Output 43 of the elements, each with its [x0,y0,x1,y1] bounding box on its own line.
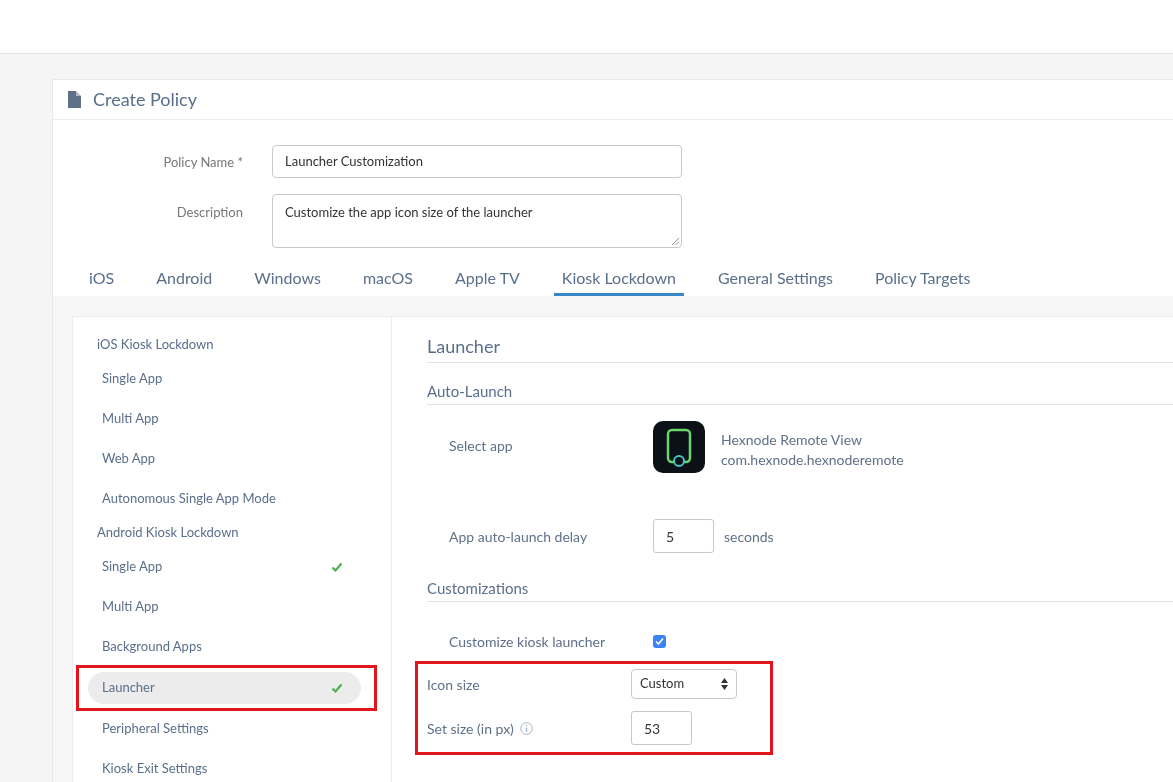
sidebar-item[interactable]: Multi App [88,591,361,623]
tab[interactable]: Windows [246,262,329,296]
sidebar-heading: Android Kiosk Lockdown [96,523,239,543]
icon-size-select[interactable]: Custom [631,669,737,699]
checkbox[interactable] [653,634,666,648]
description-textarea[interactable]: Customize the app icon size of the launcher [272,194,682,248]
resize-grip-icon [672,238,679,245]
tab[interactable]: Apple TV [446,262,528,296]
sidebar-item[interactable]: Web App [88,443,361,475]
number-field[interactable]: 53 [631,711,692,745]
sidebar-item[interactable]: Autonomous Single App Mode [88,483,361,515]
unit-label: seconds [724,526,774,547]
field-label: Set size (in px) [427,718,514,739]
subsection-title: Customizations [427,577,529,599]
section-title: Launcher [427,334,500,359]
tab[interactable]: macOS [354,262,421,296]
app-id: com.hexnode.hexnoderemote [721,450,904,470]
sidebar-item[interactable]: Multi App [88,403,361,435]
document-icon [68,91,81,108]
page-title: Create Policy [93,87,197,112]
tab[interactable]: Policy Targets [867,262,979,296]
sidebar-item[interactable]: Peripheral Settings [88,713,361,745]
updown-caret-icon [721,678,728,690]
field-label: Description [175,203,243,222]
field-label: Policy Name * [162,153,243,172]
number-field[interactable]: 5 [653,519,714,553]
policy-name-field[interactable]: Launcher Customization [272,145,682,178]
app-name: Hexnode Remote View [721,430,863,450]
sidebar-heading: iOS Kiosk Lockdown [96,335,214,355]
subsection-title: Auto-Launch [427,380,513,402]
field-label: Select app [449,436,513,456]
sidebar-item[interactable]: Kiosk Exit Settings [88,753,361,782]
sidebar-item[interactable]: Background Apps [88,631,361,663]
field-label: Icon size [427,674,480,695]
field-label: App auto-launch delay [449,526,588,547]
tab[interactable]: iOS [81,262,123,296]
app-icon [653,421,705,473]
sidebar-item[interactable]: Single App [88,363,361,395]
tab[interactable]: Android [148,262,221,296]
field-label: Customize kiosk launcher [449,631,606,652]
tab[interactable]: General Settings [709,262,841,296]
sidebar-item[interactable]: Launcher [88,672,361,704]
sidebar-item[interactable]: Single App [88,551,361,583]
